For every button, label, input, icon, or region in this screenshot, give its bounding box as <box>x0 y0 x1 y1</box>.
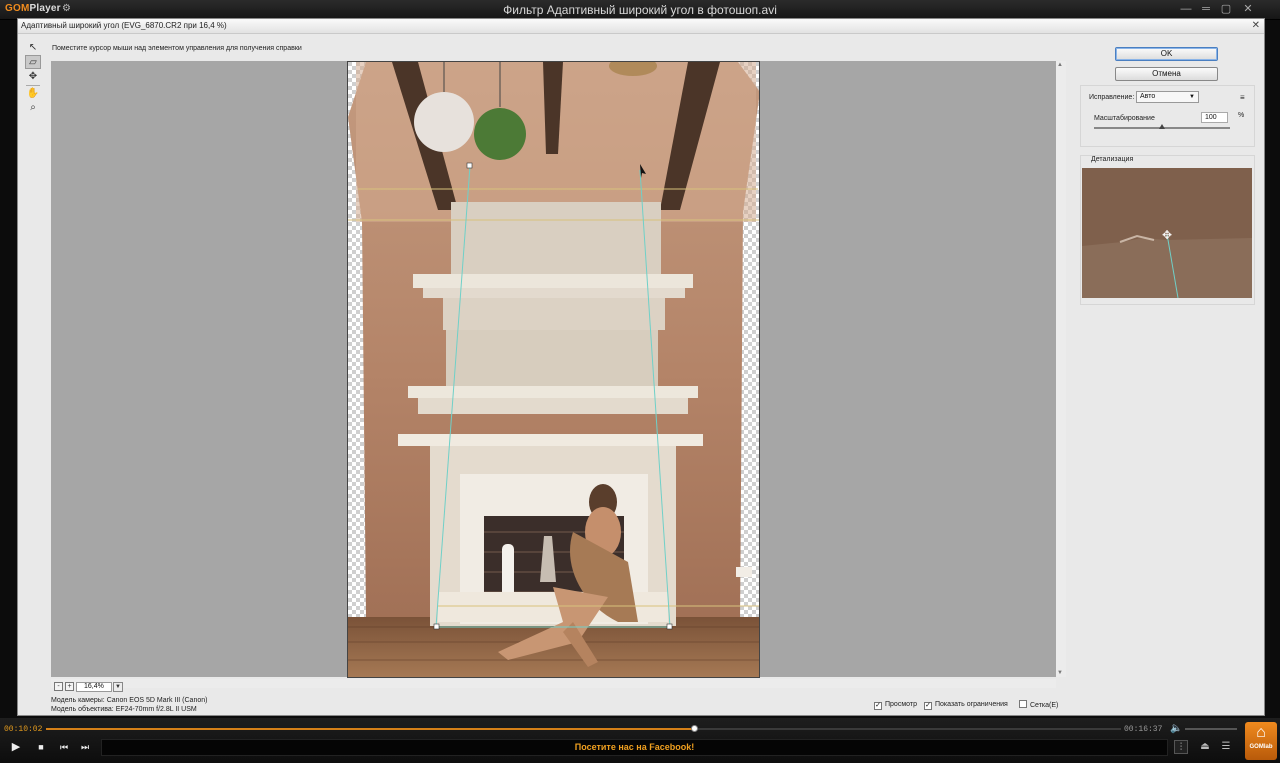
constraints-check-icon: ✓ <box>924 702 932 710</box>
constraint-tool-icon[interactable]: ↖ <box>25 41 41 55</box>
vertical-scrollbar[interactable]: ▲ ▼ <box>1056 61 1066 677</box>
grid-label: Сетка(E) <box>1030 702 1059 709</box>
stop-icon[interactable]: ■ <box>34 740 48 754</box>
help-hint: Поместите курсор мыши над элементом упра… <box>52 45 302 52</box>
camera-model-text: Модель камеры: Canon EOS 5D Mark III (Ca… <box>51 697 208 704</box>
tool-column: ↖ ▱ ✥ ✋ ⌕ <box>22 39 46 189</box>
app-window: { "player": { "logo_brand": "GOM", "logo… <box>0 0 1280 763</box>
lens-model-text: Модель объектива: EF24-70mm f/2.8L II US… <box>51 706 197 713</box>
polygon-constraint-tool-icon[interactable]: ▱ <box>25 55 41 69</box>
seek-knob[interactable] <box>691 725 699 732</box>
move-tool-icon[interactable]: ✥ <box>25 70 41 84</box>
panel-menu-icon[interactable]: ≡ <box>1240 93 1245 102</box>
zoom-out-button[interactable]: - <box>54 682 63 691</box>
zoom-field[interactable]: 16,4% <box>76 682 112 692</box>
close-button[interactable]: ✕ <box>1240 3 1256 16</box>
previous-icon[interactable]: ⏮ <box>57 740 71 754</box>
dialog-close-icon[interactable]: ✕ <box>1252 20 1260 31</box>
grid-check-icon <box>1019 700 1027 708</box>
scale-field[interactable]: 100 <box>1201 112 1228 123</box>
volume-slider[interactable] <box>1185 728 1237 730</box>
scale-label: Масштабирование <box>1094 115 1155 122</box>
scroll-up-icon[interactable]: ▲ <box>1057 62 1063 68</box>
correction-label: Исправление: <box>1089 94 1135 101</box>
correction-select[interactable]: Авто ▼ <box>1136 91 1199 103</box>
playlist-icon[interactable]: ☰ <box>1219 740 1233 754</box>
gomlab-label: GOMlab <box>1249 744 1273 750</box>
adaptive-wide-angle-dialog: Адаптивный широкий угол (EVG_6870.CR2 пр… <box>17 18 1265 716</box>
total-time: 00:16:37 <box>1124 725 1163 734</box>
ok-button[interactable]: OK <box>1115 47 1218 61</box>
correction-panel: Исправление: Авто ▼ ≡ Масштабирование 100… <box>1080 85 1255 147</box>
equalizer-icon[interactable]: ⫶ <box>1174 740 1188 754</box>
show-constraints-checkbox[interactable]: ✓ Показать ограничения <box>924 700 1008 710</box>
scale-unit: % <box>1238 112 1245 119</box>
gomlab-button[interactable]: ⌂ GOMlab <box>1245 722 1277 760</box>
detail-label: Детализация <box>1091 156 1134 163</box>
photo-illustration <box>348 62 759 677</box>
scale-slider-thumb[interactable] <box>1159 124 1165 129</box>
constraints-label: Показать ограничения <box>935 701 1008 708</box>
cancel-button[interactable]: Отмена <box>1115 67 1218 81</box>
zoom-in-button[interactable]: + <box>65 682 74 691</box>
play-icon[interactable]: ▶ <box>9 740 23 754</box>
restore-button[interactable]: ═ <box>1198 3 1214 16</box>
dialog-title: Адаптивный широкий угол (EVG_6870.CR2 пр… <box>21 21 227 30</box>
detail-loupe: ✥ <box>1082 168 1252 298</box>
facebook-banner[interactable]: Посетите нас на Facebook! <box>101 739 1168 756</box>
dialog-title-bar: Адаптивный широкий угол (EVG_6870.CR2 пр… <box>18 19 1264 34</box>
svg-text:✥: ✥ <box>1162 228 1172 242</box>
player-title-bar: GOMPlayer ⚙ Фильтр Адаптивный широкий уг… <box>0 0 1280 20</box>
home-icon: ⌂ <box>1256 724 1266 741</box>
preview-label: Просмотр <box>885 701 917 708</box>
window-title: Фильтр Адаптивный широкий угол в фотошоп… <box>503 3 777 17</box>
chevron-down-icon: ▼ <box>1189 94 1195 100</box>
seek-bar-fill <box>46 728 696 730</box>
seek-bar[interactable] <box>46 725 1121 732</box>
zoom-tool-icon[interactable]: ⌕ <box>25 101 41 115</box>
scroll-down-icon[interactable]: ▼ <box>1057 670 1063 676</box>
minimize-button[interactable]: — <box>1178 3 1194 16</box>
preview-image[interactable] <box>347 61 760 678</box>
volume-icon[interactable]: 🔈 <box>1170 723 1182 734</box>
hand-tool-icon[interactable]: ✋ <box>25 87 41 101</box>
grid-checkbox[interactable]: Сетка(E) <box>1019 700 1058 710</box>
current-time: 00:10:02 <box>4 725 43 734</box>
player-controls: 00:10:02 00:16:37 🔈 ▶ ■ ⏮ ⏭ Посетите нас… <box>0 718 1280 763</box>
zoom-dropdown-icon[interactable]: ▼ <box>113 682 123 692</box>
eject-icon[interactable]: ⏏ <box>1198 740 1212 754</box>
next-icon[interactable]: ⏭ <box>78 740 92 754</box>
preview-checkbox[interactable]: ✓ Просмотр <box>874 700 917 710</box>
zoom-controls: - + 16,4% ▼ <box>52 682 222 693</box>
maximize-button[interactable]: ▢ <box>1218 3 1234 16</box>
preview-check-icon: ✓ <box>874 702 882 710</box>
tool-separator <box>26 85 40 86</box>
detail-illustration: ✥ <box>1082 168 1252 298</box>
